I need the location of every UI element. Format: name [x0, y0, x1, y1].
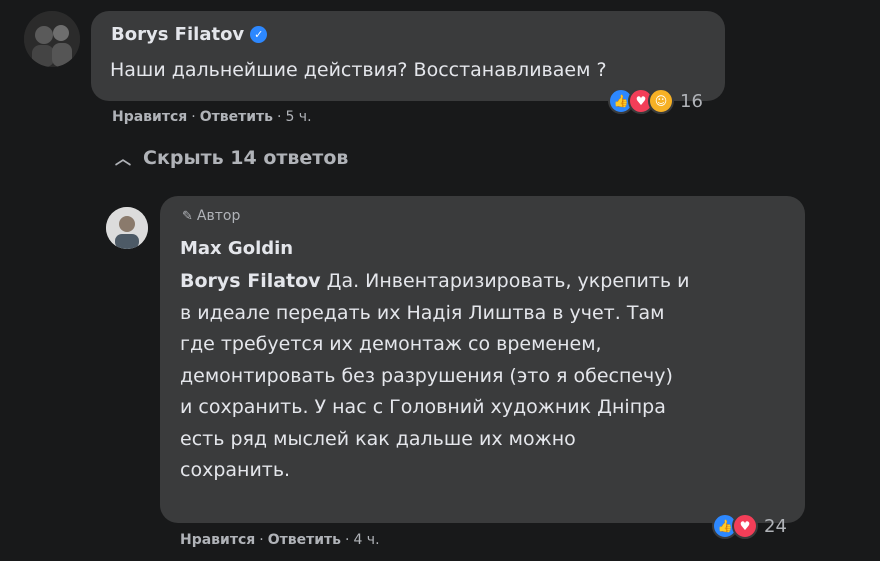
- reply-line: и сохранить. У нас с Головний художник Д…: [180, 396, 666, 418]
- reply-avatar[interactable]: [106, 207, 148, 249]
- like-button[interactable]: Нравится: [112, 109, 187, 125]
- profile-photo-icon: [106, 207, 148, 249]
- chevron-up-icon: ︿: [115, 149, 132, 168]
- comment-author[interactable]: Borys Filatov ✓: [111, 24, 268, 45]
- reaction-count: 16: [680, 90, 703, 112]
- reply-reactions[interactable]: 👍 ♥ 24: [712, 512, 787, 540]
- verified-badge-icon: ✓: [250, 26, 268, 43]
- care-icon: ☺: [648, 88, 674, 114]
- reply-text: Borys Filatov Да. Инвентаризировать, укр…: [180, 266, 795, 487]
- reply-line: где требуется их демонтаж со временем,: [180, 333, 602, 355]
- reply-line: Borys Filatov Да. Инвентаризировать, укр…: [180, 270, 690, 292]
- comment-reactions[interactable]: 👍 ♥ ☺ 16: [608, 87, 703, 115]
- reaction-count: 24: [764, 515, 787, 537]
- like-button[interactable]: Нравится: [180, 532, 255, 548]
- comment-actions: Нравится · Ответить · 5 ч.: [112, 109, 312, 125]
- reply-line: в идеале передать их Надія Лиштва в учет…: [180, 301, 665, 324]
- timestamp[interactable]: 4 ч.: [353, 532, 379, 548]
- reply-button[interactable]: Ответить: [268, 532, 341, 548]
- mention-link[interactable]: Borys Filatov: [180, 270, 321, 292]
- reply-line: есть ряд мыслей как дальше их можно: [180, 427, 576, 450]
- pen-icon: ✎: [182, 209, 193, 224]
- author-badge: ✎ Автор: [182, 208, 240, 224]
- reply-line: демонтировать без разрушения (это я обес…: [180, 364, 673, 387]
- reply-actions: Нравится · Ответить · 4 ч.: [180, 532, 380, 548]
- reply-line: сохранить.: [180, 459, 291, 481]
- author-name-label[interactable]: Borys Filatov: [111, 24, 244, 45]
- hide-replies-label: Скрыть 14 ответов: [143, 147, 349, 169]
- love-icon: ♥: [732, 513, 758, 539]
- avatar[interactable]: [24, 11, 80, 67]
- profile-photo-icon: [24, 11, 80, 67]
- hide-replies-button[interactable]: ︿ Скрыть 14 ответов: [115, 145, 348, 169]
- comment-text: Наши дальнейшие действия? Восстанавливае…: [110, 59, 607, 81]
- reply-button[interactable]: Ответить: [200, 109, 273, 125]
- author-badge-label: Автор: [196, 208, 241, 224]
- reply-author[interactable]: Max Goldin: [180, 238, 293, 259]
- timestamp[interactable]: 5 ч.: [285, 109, 311, 125]
